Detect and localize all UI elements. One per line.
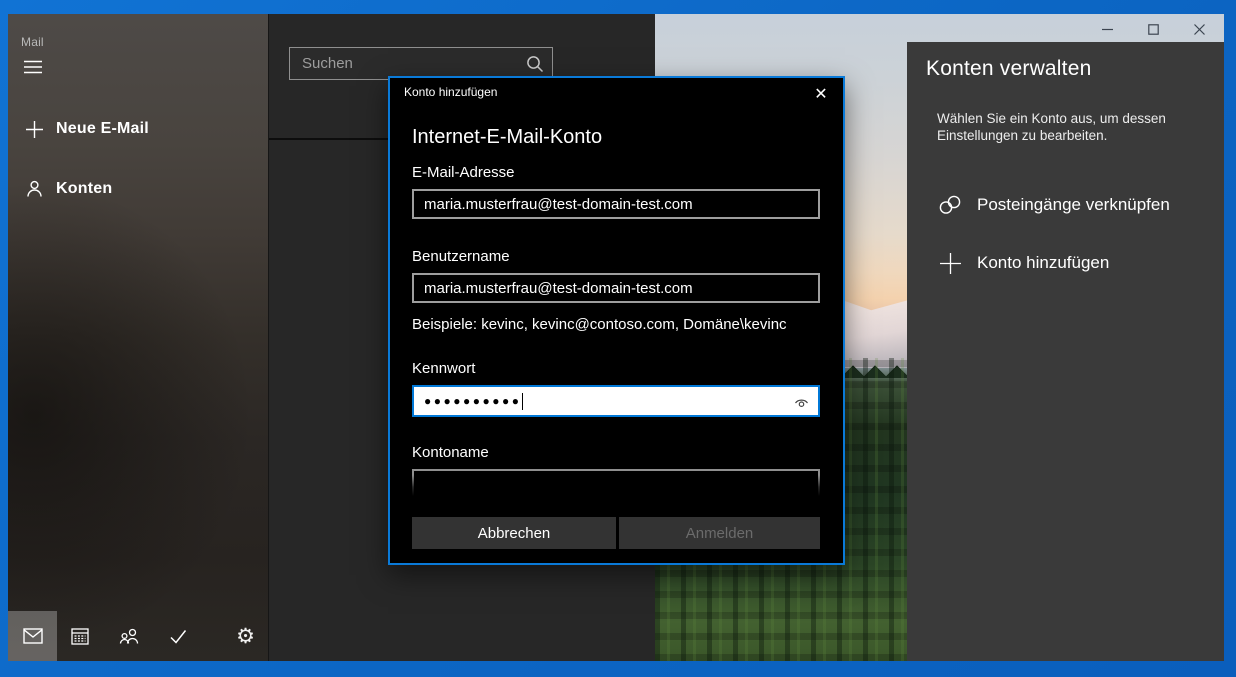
search-icon[interactable] [525,54,545,74]
password-field[interactable]: ●●●●●●●●●● [412,385,820,417]
maximize-icon[interactable] [1130,14,1176,44]
link-inboxes-label: Posteingänge verknüpfen [977,195,1170,215]
gear-icon: ⚙ [236,626,255,647]
sidebar-item-accounts[interactable]: Konten [8,171,268,207]
add-account-label: Konto hinzufügen [977,253,1109,273]
window-controls [1084,14,1224,44]
mail-app-window: Mail Neue E-Mail Konten [8,14,1224,661]
dialog-close-icon[interactable]: ✕ [811,84,831,104]
password-label: Kennwort [412,360,475,377]
minimize-icon[interactable] [1084,14,1130,44]
sidebar-item-label: Neue E-Mail [56,120,149,138]
link-inboxes-item[interactable]: Posteingänge verknüpfen [907,190,1224,220]
cancel-button[interactable]: Abbrechen [412,517,616,549]
username-field[interactable] [412,273,820,303]
account-name-wrap [412,469,820,496]
username-label: Benutzername [412,248,510,265]
person-icon [24,179,44,199]
text-caret [522,393,523,410]
link-icon [937,193,963,217]
hamburger-menu-icon[interactable] [22,58,44,76]
password-masked-value: ●●●●●●●●●● [424,395,521,407]
sign-in-button[interactable]: Anmelden [619,517,820,549]
close-icon[interactable] [1176,14,1222,44]
account-name-label: Kontoname [412,444,489,461]
manage-accounts-panel: Konten verwalten Wählen Sie ein Konto au… [907,42,1224,661]
search-input[interactable] [290,48,552,79]
dock-todo-icon[interactable] [153,611,202,661]
account-name-field[interactable] [412,469,820,496]
sidebar-item-label: Konten [56,180,112,198]
panel-heading: Konten verwalten [926,57,1091,81]
username-hint: Beispiele: kevinc, kevinc@contoso.com, D… [412,316,787,333]
nav-sidebar: Mail Neue E-Mail Konten [8,14,268,661]
dock-settings-icon[interactable]: ⚙ [221,611,270,661]
dialog-heading: Internet-E-Mail-Konto [412,126,602,149]
email-label: E-Mail-Adresse [412,164,515,181]
app-switch-dock: ⚙ [8,611,268,661]
dock-calendar-icon[interactable] [55,611,104,661]
reveal-password-icon[interactable] [793,396,810,408]
email-field[interactable] [412,189,820,219]
plus-icon [24,119,44,139]
panel-description: Wählen Sie ein Konto aus, um dessen Eins… [937,110,1187,144]
dock-mail-icon[interactable] [8,611,57,661]
dialog-title: Konto hinzufügen [404,85,497,99]
add-account-dialog: Konto hinzufügen ✕ Internet-E-Mail-Konto… [388,76,845,565]
plus-icon [937,251,963,275]
window-title: Mail [21,35,44,49]
sidebar-item-new-email[interactable]: Neue E-Mail [8,111,268,147]
add-account-item[interactable]: Konto hinzufügen [907,248,1224,278]
dock-people-icon[interactable] [104,611,153,661]
